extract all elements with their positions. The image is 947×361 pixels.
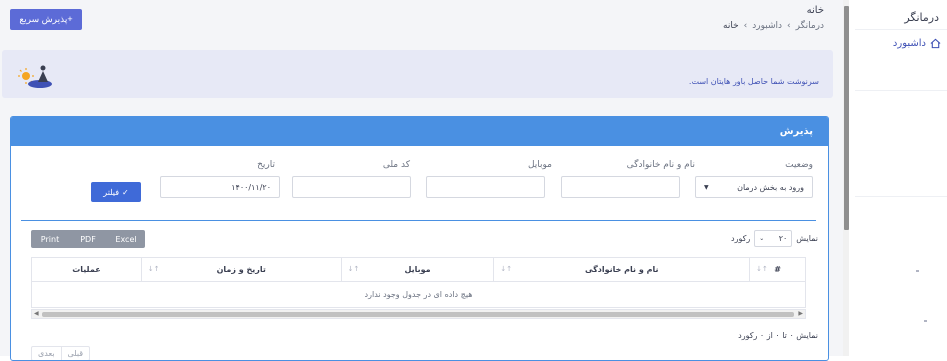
national-id-label: کد ملی	[382, 160, 410, 170]
pdf-button[interactable]: PDF	[69, 230, 107, 248]
divider	[855, 90, 947, 91]
breadcrumb-current: خانه	[723, 21, 739, 31]
main-content: خانه درمانگر › داشبورد › خانه +پذیرش سری…	[0, 0, 843, 361]
column-header-index[interactable]: # ↑↓	[749, 257, 806, 282]
national-id-input[interactable]	[292, 176, 411, 198]
breadcrumb-item[interactable]: داشبورد	[752, 21, 782, 31]
divider	[855, 196, 947, 197]
sort-icon: ↑↓	[347, 265, 360, 273]
name-input[interactable]	[561, 176, 680, 198]
export-buttons: Print PDF Excel	[31, 230, 145, 248]
column-header-actions: عملیات	[31, 257, 142, 282]
sort-icon: ↑↓	[756, 265, 768, 273]
table-horizontal-scrollbar[interactable]: ◀ ▶	[31, 309, 806, 319]
admissions-table: # ↑↓ نام و نام خانوادگی ↑↓ موبایل ↑↓ تاریخ …	[31, 257, 806, 308]
sidebar-item-label: داشبورد	[892, 38, 926, 49]
quick-admission-button[interactable]: +پذیرش سریع	[10, 9, 82, 30]
name-label: نام و نام خانوادگی	[626, 160, 695, 170]
status-select-value: ورود به بخش درمان	[737, 182, 804, 192]
table-row: هیچ داده ای در جدول وجود ندارد	[31, 281, 806, 308]
empty-table-message: هیچ داده ای در جدول وجود ندارد	[31, 281, 806, 308]
show-suffix: رکورد	[731, 234, 751, 243]
scroll-left-icon[interactable]: ◀	[34, 310, 39, 317]
caret-down-icon: ▼	[704, 183, 709, 191]
column-header-datetime[interactable]: تاریخ و زمان ↑↓	[140, 257, 342, 282]
page-length-control: نمایش ۲۰ ⌄ رکورد	[731, 230, 818, 247]
status-select[interactable]: ورود به بخش درمان ▼	[695, 176, 813, 198]
status-label: وضعیت	[785, 160, 813, 170]
filter-button-label: فیلتر	[103, 187, 120, 197]
breadcrumb-item[interactable]: درمانگر	[796, 21, 824, 31]
scrollbar-thumb[interactable]	[42, 312, 794, 317]
meditation-illustration-icon	[18, 65, 52, 88]
sidebar-dot	[916, 270, 919, 272]
next-page-button[interactable]: بعدی	[32, 347, 62, 360]
admission-card: پذیرش وضعیت ورود به بخش درمان ▼ نام و نا…	[10, 116, 829, 361]
date-input[interactable]: ۱۴۰۰/۱۱/۲۰	[160, 176, 280, 198]
filter-button[interactable]: ✓ فیلتر	[91, 182, 141, 202]
sidebar: درمانگر داشبورد	[849, 0, 947, 356]
table-info: نمایش ۰ تا ۰ از ۰ رکورد	[738, 331, 818, 340]
sort-icon: ↑↓	[500, 265, 513, 273]
pagination: قبلی بعدی	[31, 346, 91, 360]
brand-title: درمانگر	[904, 11, 939, 24]
page-length-select[interactable]: ۲۰ ⌄	[754, 230, 793, 247]
column-header-mobile[interactable]: موبایل ↑↓	[340, 257, 495, 282]
home-icon	[930, 38, 941, 49]
mobile-input[interactable]	[426, 176, 545, 198]
show-prefix: نمایش	[796, 234, 818, 243]
sidebar-dot	[924, 320, 927, 322]
column-header-name[interactable]: نام و نام خانوادگی ↑↓	[493, 257, 751, 282]
page-title: خانه	[806, 5, 824, 16]
chevron-left-icon: ›	[743, 21, 748, 31]
chevron-down-icon: ⌄	[759, 235, 765, 242]
motivation-banner: سرنوشت شما حاصل باور هایتان است.	[2, 50, 833, 98]
check-icon: ✓	[122, 187, 129, 197]
section-divider	[21, 220, 816, 221]
page-length-value: ۲۰	[778, 234, 788, 243]
chevron-left-icon: ›	[787, 21, 791, 31]
prev-page-button[interactable]: قبلی	[62, 347, 90, 360]
card-title: پذیرش	[11, 117, 828, 146]
scroll-right-icon[interactable]: ▶	[798, 310, 803, 317]
divider	[855, 29, 947, 30]
date-label: تاریخ	[257, 160, 275, 170]
mobile-label: موبایل	[527, 160, 552, 170]
excel-button[interactable]: Excel	[107, 230, 145, 248]
sort-icon: ↑↓	[147, 265, 160, 273]
print-button[interactable]: Print	[31, 230, 69, 248]
breadcrumb: درمانگر › داشبورد › خانه	[723, 21, 824, 31]
sidebar-item-dashboard[interactable]: داشبورد	[893, 38, 941, 49]
banner-text: سرنوشت شما حاصل باور هایتان است.	[688, 77, 819, 86]
